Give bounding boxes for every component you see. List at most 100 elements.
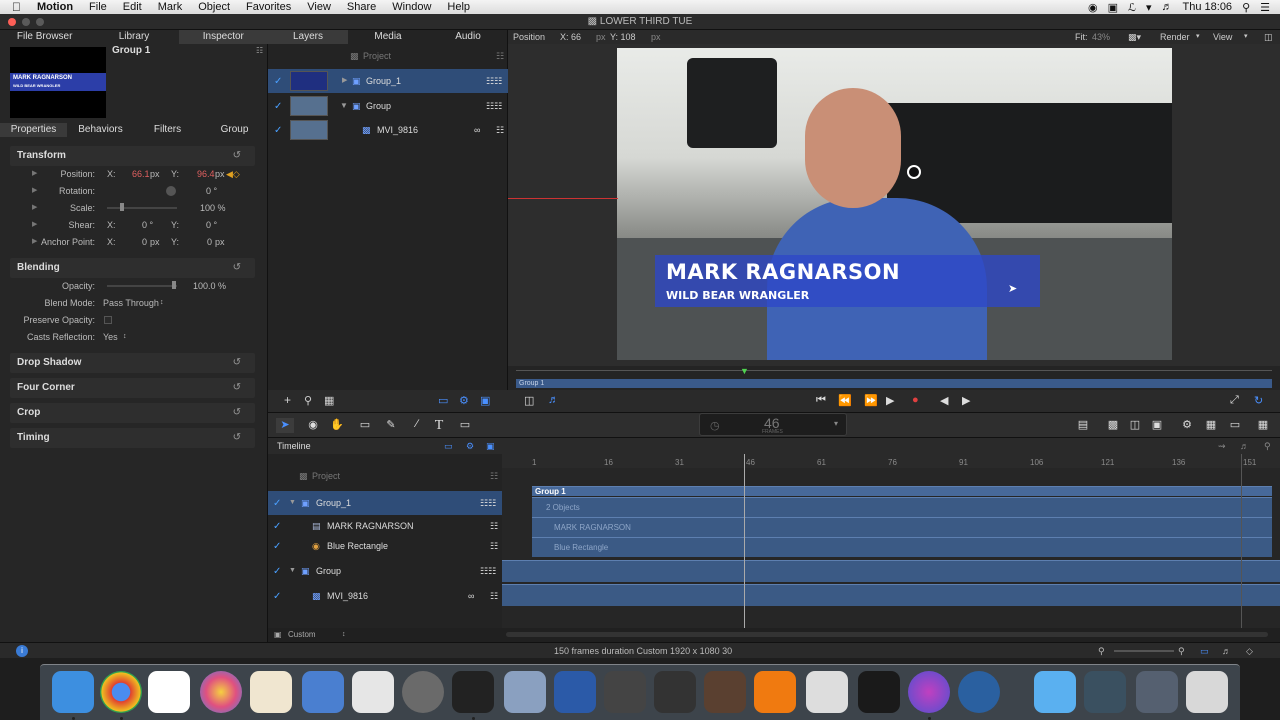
shape-tool-icon[interactable]: ◉ [304,418,322,433]
fullscreen-icon[interactable]: ⤢ [1230,394,1239,407]
play-icon[interactable]: ▶ [886,394,894,407]
add-layer-icon[interactable]: + [284,393,291,407]
zoom-slider[interactable] [1114,650,1174,652]
tab-file-browser[interactable]: File Browser [0,30,89,44]
show-masks-icon[interactable]: ▣ [486,438,495,454]
show-audio-icon[interactable]: ♬ [1222,643,1231,659]
paint-stroke-tool-icon[interactable]: ∕ [408,418,426,433]
play-range-out[interactable] [1241,454,1242,628]
folder-icon[interactable] [1034,671,1076,713]
photo-booth-icon[interactable] [654,671,696,713]
blending-section-header[interactable]: Blending ↺ [10,258,255,278]
previous-frame-icon[interactable]: ⏪ [838,394,852,407]
wifi-icon[interactable]: ▾ [1146,1,1152,14]
numbers-icon[interactable] [352,671,394,713]
play-range-icon[interactable]: ◫ [524,394,534,407]
library-icon[interactable]: ▤ [1074,418,1092,433]
disclosure-triangle-icon[interactable]: ▶ [32,200,37,216]
layer-options-icon[interactable]: ☷☷ [486,69,502,93]
keynote-icon[interactable] [302,671,344,713]
lock-icon[interactable]: ☷ [490,586,498,606]
layer-row-group[interactable]: ✓ ▼ ▣ Group ☷☷ [268,94,508,118]
disclosure-triangle-icon[interactable]: ▶ [342,69,347,93]
layer-visibility-checkbox[interactable]: ✓ [273,542,282,552]
previous-keyframe-icon[interactable]: ◀ [940,394,948,407]
zoom-value[interactable]: 43% [1092,30,1110,44]
layer-visibility-checkbox[interactable]: ✓ [273,592,282,602]
position-y-value[interactable]: 96.4 [197,166,215,182]
grid-view-icon[interactable]: ▦ [1254,418,1272,433]
tab-library[interactable]: Library [89,30,178,44]
menu-object[interactable]: Object [190,1,238,13]
motion-icon[interactable] [908,671,950,713]
menu-app-motion[interactable]: Motion [29,1,81,13]
image-capture-icon[interactable] [604,671,646,713]
menu-mark[interactable]: Mark [150,1,190,13]
layer-visibility-checkbox[interactable]: ✓ [273,522,282,532]
blue-rectangle-bar[interactable]: Blue Rectangle [532,537,1272,557]
reset-icon[interactable]: ↺ [233,146,241,166]
pan-tool-icon[interactable]: ✋ [328,418,346,433]
mini-timeline[interactable]: ▼ Group 1 [508,366,1280,390]
opacity-value[interactable]: 100.0 % [193,278,226,294]
group-1-bar[interactable]: Group 1 [532,486,1272,496]
render-menu[interactable]: Render [1160,30,1190,44]
layer-row-mvi-9816[interactable]: ✓ ▩ MVI_9816 ∞ ☷ [268,118,508,142]
timing-section-header[interactable]: Timing ↺ [10,428,255,448]
audio-icon[interactable]: ♬ [1240,438,1249,454]
tab-behaviors[interactable]: Behaviors [67,123,134,137]
timeline-row-blue-rectangle[interactable]: ✓ ◉ Blue Rectangle ☷ [268,536,502,556]
tab-properties[interactable]: Properties [0,123,67,137]
tab-audio[interactable]: Audio [428,30,508,44]
disclosure-triangle-icon[interactable]: ▶ [32,183,37,199]
chrome-icon[interactable] [100,671,142,713]
layer-visibility-checkbox[interactable]: ✓ [273,499,282,509]
show-video-icon[interactable]: ▭ [1200,643,1209,659]
apple-menu-icon[interactable]:  [0,0,29,14]
drop-shadow-section-header[interactable]: Drop Shadow ↺ [10,353,255,373]
layer-label[interactable]: Group [366,94,391,118]
go-to-start-icon[interactable]: ⏮ [816,394,826,407]
spotlight-icon[interactable]: ⚲ [1242,1,1250,14]
replicator-icon[interactable]: ▦ [1202,418,1220,433]
scale-value[interactable]: 100 % [200,200,226,216]
reset-icon[interactable]: ↺ [233,403,241,423]
menu-favorites[interactable]: Favorites [238,1,299,13]
lock-icon[interactable]: ☷ [496,118,504,142]
timeline-project-row[interactable]: ▩ Project ☷ [268,466,502,486]
keyframe-icon[interactable]: ◇ [1246,643,1253,659]
timeline-row-label[interactable]: Group_1 [316,491,351,515]
make-clone-icon[interactable]: ▭ [1226,418,1244,433]
layer-visibility-checkbox[interactable]: ✓ [274,126,283,136]
menu-edit[interactable]: Edit [115,1,150,13]
bluetooth-icon[interactable]: ℒ [1128,1,1136,14]
lower-third-subtitle[interactable]: WILD BEAR WRANGLER [666,289,809,302]
tab-layers[interactable]: Layers [268,30,348,44]
disk-utility-icon[interactable] [806,671,848,713]
word-icon[interactable] [554,671,596,713]
tab-inspector[interactable]: Inspector [178,30,268,44]
next-keyframe-icon[interactable]: ▶ [962,394,970,407]
audio-toggle-icon[interactable]: ♬ [548,394,559,406]
generators-icon[interactable]: ◫ [1126,418,1144,433]
link-icon[interactable]: ∞ [474,118,480,142]
tab-group[interactable]: Group [201,123,268,137]
system-preferences-icon[interactable] [402,671,444,713]
keyframe-diamond-icon[interactable]: ◀◇ [226,166,240,182]
canvas-video-frame[interactable] [617,48,1172,360]
position-x-value[interactable]: 66.1 [132,166,150,182]
notification-icon[interactable]: ▣ [1108,1,1118,14]
activity-monitor-icon[interactable] [858,671,900,713]
camera-icon[interactable]: ▩ [1104,418,1122,433]
search-icon[interactable]: ⚲ [304,394,312,407]
zoom-in-icon[interactable]: ⚲ [1178,643,1185,659]
menu-file[interactable]: File [81,1,115,13]
menu-view[interactable]: View [299,1,339,13]
opacity-slider[interactable] [107,285,177,287]
timeline-preset-select[interactable]: Custom [288,628,316,642]
menu-help[interactable]: Help [439,1,478,13]
crop-section-header[interactable]: Crop ↺ [10,403,255,423]
rotation-value[interactable]: 0 ° [206,183,217,199]
blend-mode-select[interactable]: Pass Through [103,295,159,311]
textedit-icon[interactable] [250,671,292,713]
